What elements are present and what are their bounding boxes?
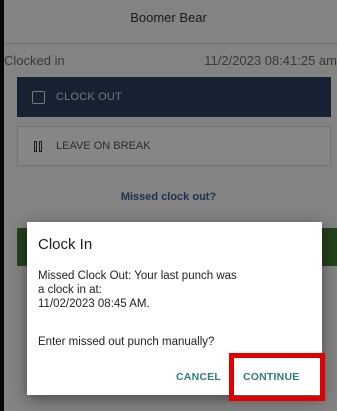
dialog-message: Missed Clock Out: Your last punch was a …: [38, 269, 308, 311]
dialog-message-line: Missed Clock Out: Your last punch was: [38, 270, 237, 282]
dialog-message-line: 11/02/2023 08:45 AM.: [38, 298, 150, 310]
dialog-question: Enter missed out punch manually?: [38, 336, 215, 348]
cancel-button[interactable]: CANCEL: [176, 371, 221, 383]
dialog-title: Clock In: [38, 236, 93, 253]
dialog-message-line: a clock in at:: [38, 284, 102, 296]
continue-highlight-box: [229, 353, 325, 401]
